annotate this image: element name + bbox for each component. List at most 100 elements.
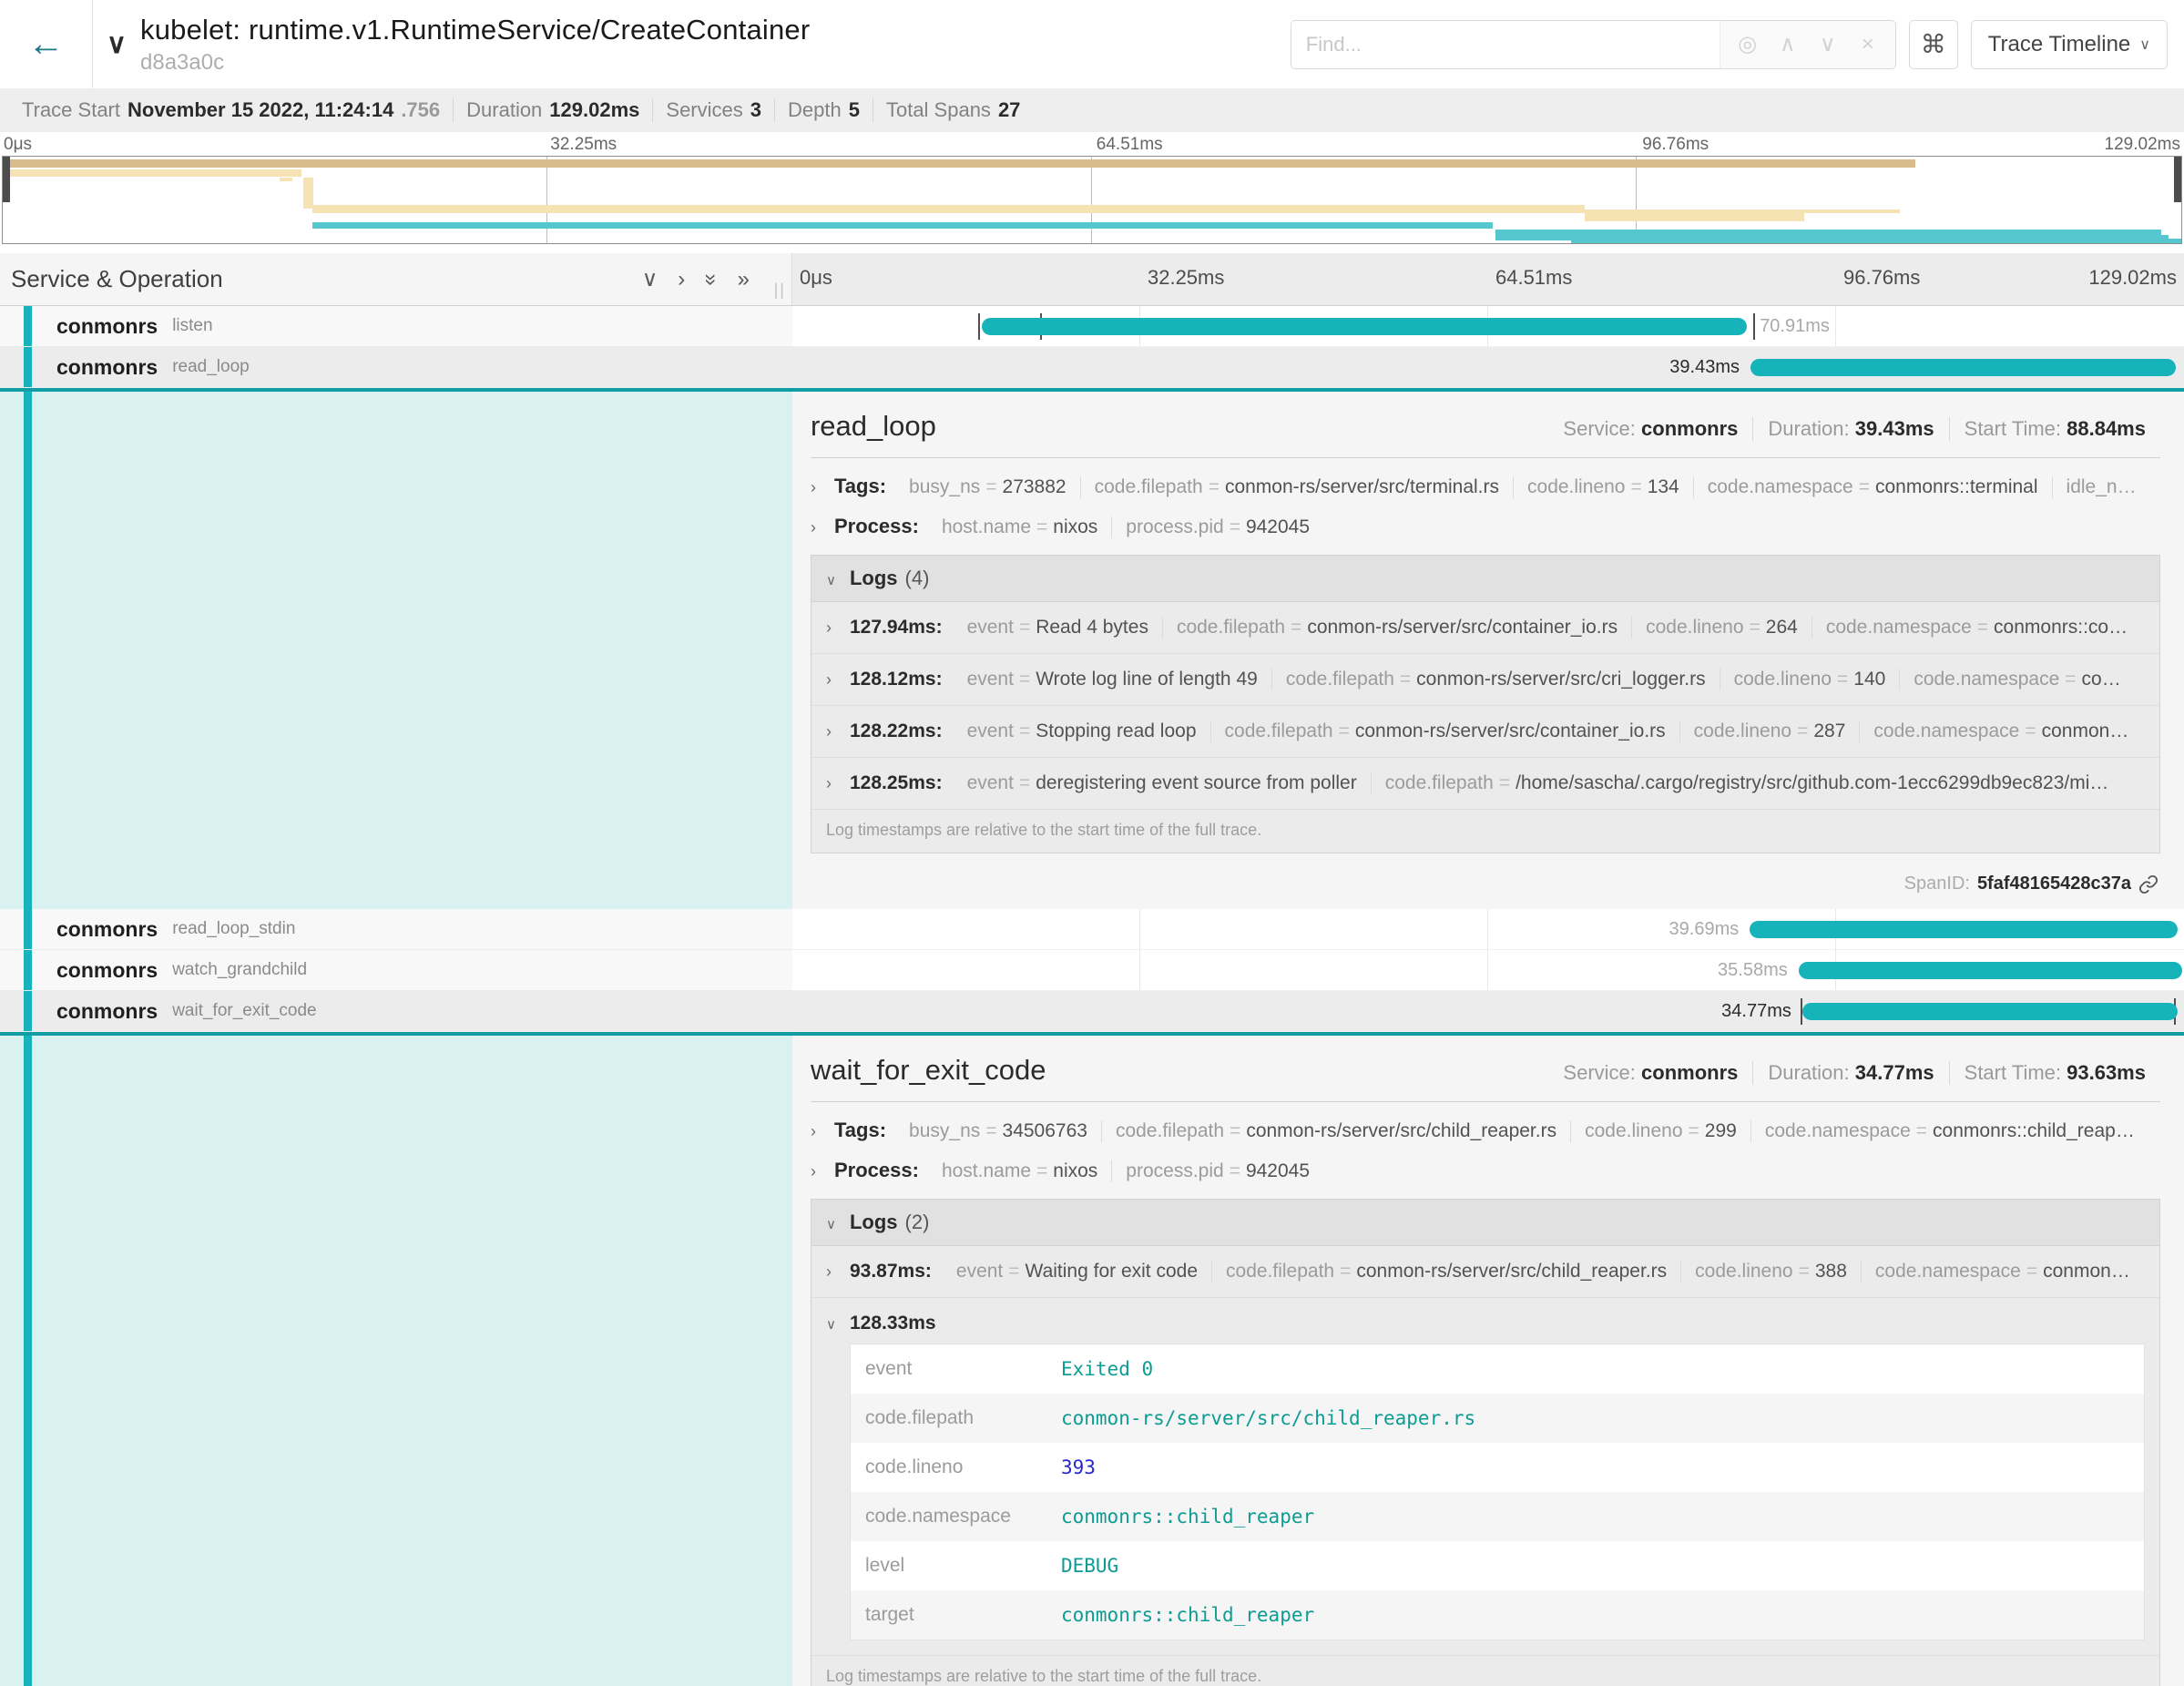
process-value: 942045 — [1246, 516, 1310, 537]
start-time-value: 93.63ms — [2067, 1061, 2146, 1084]
log-kv-table: eventExited 0 code.filepathconmon-rs/ser… — [850, 1344, 2145, 1640]
span-row-wait-for-exit-code[interactable]: conmonrs wait_for_exit_code 34.77ms — [0, 991, 2184, 1032]
tags-section[interactable]: › Tags: busy_ns=34506763 code.filepath=c… — [811, 1119, 2160, 1142]
minimap-span-bar — [303, 178, 313, 209]
locate-icon[interactable]: ◎ — [1728, 31, 1768, 57]
prev-result-icon[interactable]: ∧ — [1768, 31, 1808, 57]
process-section[interactable]: › Process: host.name=nixos process.pid=9… — [811, 1159, 2160, 1182]
tag-value: conmon-rs/server/src/child_reaper.rs — [1246, 1120, 1556, 1141]
log-field-key: event — [967, 669, 1014, 690]
chevron-right-icon: › — [826, 774, 850, 793]
span-duration-label: 39.43ms — [1669, 357, 1740, 378]
log-entry-expanded[interactable]: ∨ 128.33ms — [811, 1297, 2159, 1340]
link-icon[interactable] — [2138, 874, 2158, 894]
log-entry[interactable]: › 93.87ms: event=Waiting for exit code c… — [811, 1246, 2159, 1297]
log-field-value: Wrote log line of length 49 — [1036, 669, 1258, 690]
next-result-icon[interactable]: ∨ — [1808, 31, 1848, 57]
collapse-all-icon[interactable]: » — [699, 273, 724, 285]
log-entry[interactable]: › 128.12ms: event=Wrote log line of leng… — [811, 653, 2159, 705]
chevron-down-icon: ∨ — [2139, 36, 2150, 54]
chevron-down-icon: ∨ — [826, 1316, 850, 1333]
trace-start-label: Trace Start — [22, 98, 120, 122]
minimap-span-bar — [1571, 235, 2168, 243]
log-entry[interactable]: › 128.22ms: event=Stopping read loop cod… — [811, 705, 2159, 757]
log-timestamp: 127.94ms: — [850, 617, 943, 639]
command-icon: ⌘ — [1921, 29, 1946, 59]
span-color-accent — [24, 1036, 32, 1686]
trace-title-block: kubelet: runtime.v1.RuntimeService/Creat… — [140, 0, 810, 88]
span-operation: wait_for_exit_code — [172, 1001, 316, 1021]
keyboard-shortcuts-button[interactable]: ⌘ — [1909, 20, 1958, 69]
expand-all-icon[interactable]: » — [738, 267, 750, 292]
view-selector-button[interactable]: Trace Timeline ∨ — [1971, 20, 2168, 69]
minimap-span-bar — [280, 178, 292, 181]
span-row-read-loop[interactable]: conmonrs read_loop 39.43ms — [0, 347, 2184, 388]
service-label: Service: — [1563, 417, 1635, 440]
expand-one-icon[interactable]: › — [678, 267, 685, 292]
duration-label: Duration — [466, 98, 542, 122]
trace-services: Services 3 — [652, 98, 774, 122]
span-bar[interactable] — [1799, 962, 2182, 979]
total-spans-value: 27 — [998, 98, 1020, 122]
duration-value: 129.02ms — [549, 98, 639, 122]
log-timestamp: 128.25ms: — [850, 772, 943, 794]
log-field-value: Waiting for exit code — [1026, 1261, 1198, 1282]
span-row-read-loop-stdin[interactable]: conmonrs read_loop_stdin 39.69ms — [0, 909, 2184, 950]
minimap-right-handle[interactable] — [2174, 157, 2181, 202]
logs-header[interactable]: ∨ Logs (4) — [811, 556, 2159, 602]
ruler-tick: 129.02ms — [2088, 266, 2177, 290]
span-color-accent — [24, 909, 32, 949]
process-key: process.pid — [1126, 1160, 1223, 1181]
logs-count: (4) — [905, 567, 930, 590]
find-input[interactable] — [1291, 21, 1720, 68]
back-button[interactable]: ← — [0, 0, 93, 88]
ruler-tick: 32.25ms — [1148, 266, 1224, 290]
tag-value: 34506763 — [1003, 1120, 1087, 1141]
span-grid-header: Service & Operation ∨ › » » || 0μs 32.25… — [0, 253, 2184, 306]
span-operation: read_loop — [172, 357, 250, 377]
span-row-watch-grandchild[interactable]: conmonrs watch_grandchild 35.58ms — [0, 950, 2184, 991]
collapse-one-icon[interactable]: ∨ — [642, 266, 658, 292]
span-bar[interactable] — [1750, 359, 2176, 376]
kv-value: 393 — [1061, 1456, 1096, 1478]
minimap-tick: 96.76ms — [1642, 135, 1709, 155]
log-field-value: /home/sascha/.cargo/registry/src/github.… — [1516, 772, 2108, 793]
span-detail-read-loop: read_loop Service: conmonrs Duration: 39… — [0, 392, 2184, 909]
log-entry[interactable]: › 128.25ms: event=deregistering event so… — [811, 757, 2159, 809]
log-field-value: 264 — [1766, 617, 1798, 638]
span-bar[interactable] — [1750, 921, 2178, 938]
clear-find-icon[interactable]: × — [1848, 32, 1888, 57]
process-section[interactable]: › Process: host.name=nixos process.pid=9… — [811, 515, 2160, 538]
column-resizer-handle[interactable]: || — [774, 281, 786, 300]
kv-row: code.namespaceconmonrs::child_reaper — [851, 1492, 2144, 1541]
kv-row: targetconmonrs::child_reaper — [851, 1590, 2144, 1640]
log-field-key: event — [967, 617, 1014, 638]
tags-section[interactable]: › Tags: busy_ns=273882 code.filepath=con… — [811, 475, 2160, 498]
log-field-value: conmon-rs/server/src/container_io.rs — [1307, 617, 1618, 638]
logs-header[interactable]: ∨ Logs (2) — [811, 1200, 2159, 1246]
trace-duration: Duration 129.02ms — [453, 98, 652, 122]
span-bar[interactable] — [982, 318, 1747, 335]
log-field-key: event — [967, 772, 1014, 793]
log-field-key: code.filepath — [1385, 772, 1494, 793]
trace-minimap[interactable] — [2, 156, 2182, 244]
log-entry[interactable]: › 127.94ms: event=Read 4 bytes code.file… — [811, 602, 2159, 653]
minimap-tick: 0μs — [4, 135, 32, 155]
span-row-listen[interactable]: conmonrs listen 70.91ms — [0, 306, 2184, 347]
span-operation: read_loop_stdin — [172, 919, 295, 939]
log-timestamp: 128.33ms — [850, 1313, 936, 1334]
chevron-right-icon: › — [826, 670, 850, 690]
duration-value: 34.77ms — [1855, 1061, 1934, 1084]
log-field-key: code.namespace — [1826, 617, 1972, 638]
span-bar[interactable] — [1802, 1003, 2178, 1020]
tag-key: code.lineno — [1585, 1120, 1682, 1141]
tag-key: code.filepath — [1116, 1120, 1224, 1141]
trace-start: Trace Start November 15 2022, 11:24:14.7… — [9, 98, 453, 122]
minimap-tick: 129.02ms — [2105, 135, 2180, 155]
collapse-header-button[interactable]: ∨ — [93, 0, 140, 88]
detail-title: wait_for_exit_code — [811, 1054, 1046, 1087]
process-key: process.pid — [1126, 516, 1223, 537]
span-color-accent — [24, 991, 32, 1031]
back-arrow-icon: ← — [28, 24, 65, 65]
minimap-left-handle[interactable] — [3, 157, 10, 202]
